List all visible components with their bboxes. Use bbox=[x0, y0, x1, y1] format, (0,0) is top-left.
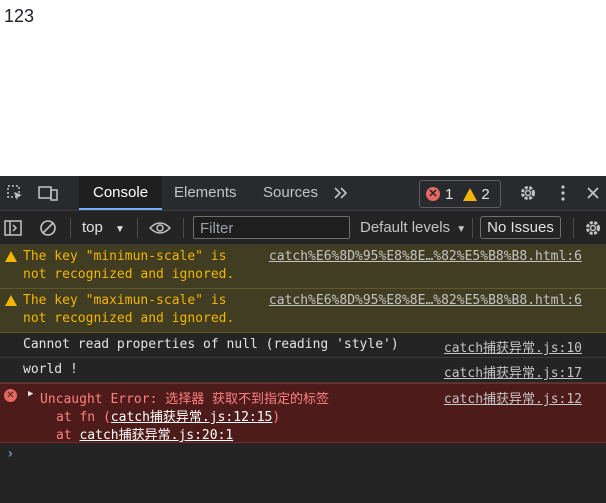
console-warning-row: The key "minimun-scale" is not recognize… bbox=[0, 245, 606, 289]
console-log-row: Cannot read properties of null (reading … bbox=[0, 333, 606, 358]
warning-count: 2 bbox=[481, 185, 490, 203]
inspect-element-icon[interactable] bbox=[4, 182, 26, 204]
warning-text: not recognized and ignored. bbox=[23, 311, 235, 326]
error-icon: ✕ bbox=[426, 187, 440, 201]
gear-icon[interactable] bbox=[517, 182, 539, 204]
expand-triangle-icon[interactable]: ▶ bbox=[28, 389, 33, 399]
stack-frame-suffix: ) bbox=[272, 410, 281, 425]
console-settings-gear-icon[interactable] bbox=[582, 217, 604, 239]
stack-frame: at catch捕获异常.js:20:1 bbox=[56, 424, 233, 443]
warning-icon bbox=[5, 251, 17, 262]
devtools-panel: Console Elements Sources ✕ 1 2 top ▼ Fil… bbox=[0, 176, 606, 503]
device-toolbar-icon[interactable] bbox=[37, 182, 59, 204]
console-toolbar: top ▼ Filter Default levels ▼ No Issues bbox=[0, 211, 606, 245]
devtools-tabbar: Console Elements Sources ✕ 1 2 bbox=[0, 176, 606, 211]
page-viewport: 123 bbox=[0, 0, 606, 176]
console-warning-row: The key "maximun-scale" is not recognize… bbox=[0, 289, 606, 333]
warning-icon bbox=[5, 295, 17, 306]
source-link[interactable]: catch捕获异常.js:12 bbox=[444, 388, 582, 407]
more-tabs-icon[interactable] bbox=[330, 182, 352, 204]
stack-frame-prefix: at fn ( bbox=[56, 410, 111, 425]
divider bbox=[137, 218, 138, 238]
log-text: Cannot read properties of null (reading … bbox=[23, 337, 399, 352]
source-link[interactable]: catch捕获异常.js:17 bbox=[444, 362, 582, 381]
clear-console-icon[interactable] bbox=[37, 217, 59, 239]
stack-frame-link[interactable]: catch捕获异常.js:20:1 bbox=[79, 428, 233, 443]
console-error-row: ✕ ▶ Uncaught Error: 选择器 获取不到指定的标签 catch捕… bbox=[0, 383, 606, 443]
tab-elements[interactable]: Elements bbox=[160, 176, 251, 210]
log-levels-label: Default levels bbox=[360, 219, 451, 236]
error-text: Uncaught Error: 选择器 获取不到指定的标签 bbox=[40, 392, 330, 407]
console-log-row: world ! catch捕获异常.js:17 bbox=[0, 358, 606, 383]
issue-counts-button[interactable]: ✕ 1 2 bbox=[419, 180, 501, 208]
caret-down-icon: ▼ bbox=[115, 224, 125, 235]
caret-down-icon: ▼ bbox=[456, 224, 467, 235]
log-text: world ! bbox=[23, 362, 78, 377]
page-content: 123 bbox=[4, 6, 35, 26]
tab-console[interactable]: Console bbox=[79, 176, 163, 210]
warning-icon bbox=[463, 187, 478, 201]
stack-frame-prefix: at bbox=[56, 428, 80, 443]
context-label: top bbox=[82, 219, 103, 236]
console-messages: The key "minimun-scale" is not recognize… bbox=[0, 245, 606, 443]
source-link[interactable]: catch%E6%8D%95%E8%8E…%82%E5%B8%B8.html:6 bbox=[269, 249, 582, 264]
console-prompt-chevron-icon[interactable]: › bbox=[6, 446, 14, 462]
filter-input[interactable]: Filter bbox=[193, 216, 350, 239]
warning-text: The key "maximun-scale" is bbox=[23, 293, 227, 308]
close-icon[interactable] bbox=[582, 182, 604, 204]
log-levels-dropdown[interactable]: Default levels ▼ bbox=[360, 216, 466, 241]
source-link[interactable]: catch%E6%8D%95%E8%8E…%82%E5%B8%B8.html:6 bbox=[269, 293, 582, 308]
warning-text: not recognized and ignored. bbox=[23, 267, 235, 282]
error-count: 1 bbox=[445, 185, 454, 203]
sidebar-toggle-icon[interactable] bbox=[2, 217, 24, 239]
context-selector[interactable]: top ▼ bbox=[82, 216, 125, 241]
stack-frame: at fn (catch捕获异常.js:12:15) bbox=[56, 406, 280, 425]
divider bbox=[573, 218, 574, 238]
issues-button[interactable]: No Issues bbox=[480, 216, 561, 239]
error-icon: ✕ bbox=[4, 389, 17, 402]
warning-text: The key "minimun-scale" is bbox=[23, 249, 227, 264]
source-link[interactable]: catch捕获异常.js:10 bbox=[444, 337, 582, 356]
eye-icon[interactable] bbox=[149, 217, 171, 239]
divider bbox=[472, 218, 473, 238]
divider bbox=[183, 218, 184, 238]
stack-frame-link[interactable]: catch捕获异常.js:12:15 bbox=[111, 410, 273, 425]
kebab-menu-icon[interactable] bbox=[552, 182, 574, 204]
tab-sources[interactable]: Sources bbox=[249, 176, 332, 210]
divider bbox=[70, 218, 71, 238]
